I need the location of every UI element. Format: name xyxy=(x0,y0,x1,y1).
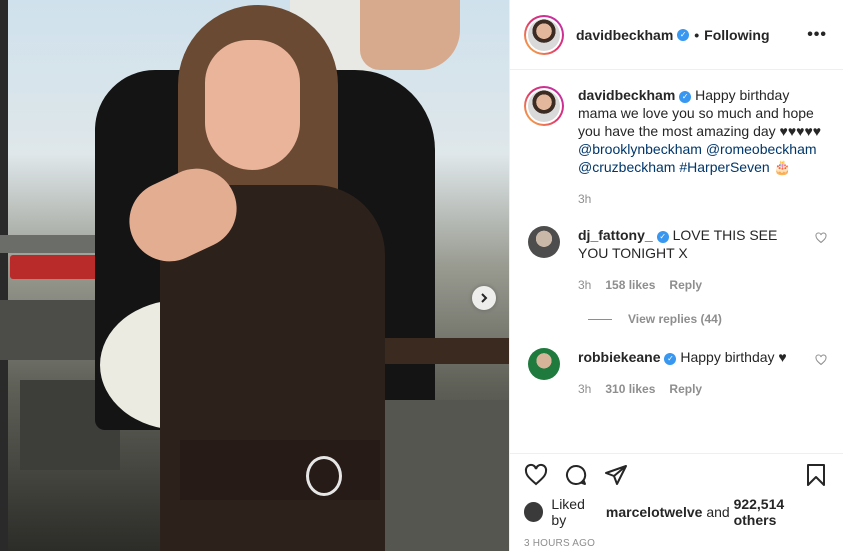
comment-username[interactable]: dj_fattony_ xyxy=(578,227,653,243)
comment-item: dj_fattony_ ✓ LOVE THIS SEE YOU TONIGHT X… xyxy=(524,226,827,294)
post-timestamp[interactable]: 3 HOURS AGO xyxy=(524,538,828,549)
comment-username[interactable]: robbiekeane xyxy=(578,349,660,365)
reply-button[interactable]: Reply xyxy=(669,380,702,398)
comment-heart-icon[interactable] xyxy=(815,232,827,244)
more-options-button[interactable]: ••• xyxy=(807,26,827,44)
comment-text: Happy birthday ♥ xyxy=(680,349,787,365)
mention-link[interactable]: @cruzbeckham xyxy=(578,159,675,175)
following-button[interactable]: Following xyxy=(704,27,769,43)
liked-by-prefix: Liked by xyxy=(551,496,585,528)
post-photo[interactable] xyxy=(0,0,509,551)
comment-likes[interactable]: 310 likes xyxy=(605,380,655,398)
next-photo-button[interactable] xyxy=(472,286,496,310)
comment-time[interactable]: 3h xyxy=(578,276,591,294)
caption-time[interactable]: 3h xyxy=(578,190,591,208)
view-replies-label: View replies (44) xyxy=(628,312,722,326)
heart-icon[interactable] xyxy=(524,463,548,487)
commenter-avatar[interactable] xyxy=(528,226,560,258)
post-actions: Liked by marcelotwelve and 922,514 other… xyxy=(510,453,843,549)
comment-time[interactable]: 3h xyxy=(578,380,591,398)
verified-icon: ✓ xyxy=(679,91,692,103)
liked-by-user[interactable]: marcelotwelve xyxy=(606,504,703,520)
verified-icon: ✓ xyxy=(677,28,690,41)
mention-link[interactable]: @romeobeckham xyxy=(706,141,817,157)
separator-dot: • xyxy=(694,26,700,43)
caption-username[interactable]: davidbeckham xyxy=(578,87,675,103)
post-panel: davidbeckham ✓ • Following ••• davidbeck… xyxy=(509,0,843,551)
likes-summary: Liked by marcelotwelve and 922,514 other… xyxy=(524,496,828,528)
commenter-avatar[interactable] xyxy=(528,348,560,380)
share-icon[interactable] xyxy=(604,463,628,487)
liker-avatar[interactable] xyxy=(524,502,544,522)
author-username[interactable]: davidbeckham xyxy=(576,27,673,43)
reply-button[interactable]: Reply xyxy=(669,276,702,294)
bookmark-icon[interactable] xyxy=(804,463,828,487)
comment-heart-icon[interactable] xyxy=(815,354,827,366)
comment-item: robbiekeane ✓ Happy birthday ♥ 3h 310 lik… xyxy=(524,348,827,398)
post-modal: davidbeckham ✓ • Following ••• davidbeck… xyxy=(0,0,843,551)
cake-emoji: 🎂 xyxy=(773,159,791,175)
comment-likes[interactable]: 158 likes xyxy=(605,276,655,294)
verified-icon: ✓ xyxy=(656,231,669,243)
author-avatar[interactable] xyxy=(524,14,564,55)
view-replies-button[interactable]: View replies (44) xyxy=(588,312,827,326)
verified-icon: ✓ xyxy=(664,353,677,365)
comments-list: davidbeckham ✓ Happy birthday mama we lov… xyxy=(510,70,843,452)
liked-by-mid: and xyxy=(706,504,730,520)
mention-link[interactable]: @brooklynbeckham xyxy=(578,141,702,157)
caption-avatar[interactable] xyxy=(524,86,564,126)
liked-by-count[interactable]: 922,514 others xyxy=(734,496,828,528)
post-header: davidbeckham ✓ • Following ••• xyxy=(510,0,843,70)
comment-icon[interactable] xyxy=(564,463,588,487)
caption: davidbeckham ✓ Happy birthday mama we lov… xyxy=(524,86,827,208)
hashtag-link[interactable]: #HarperSeven xyxy=(679,159,769,175)
chevron-right-icon xyxy=(481,293,488,303)
